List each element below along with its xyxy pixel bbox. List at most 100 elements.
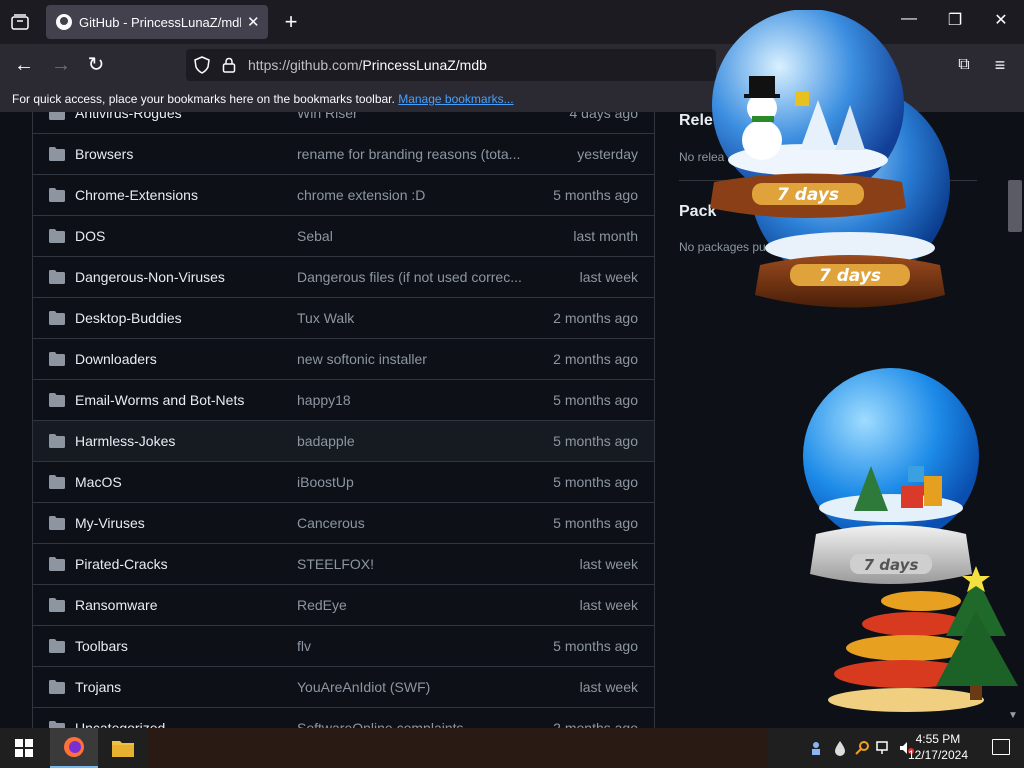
commit-age: 5 months ago (553, 474, 638, 490)
scrollbar-thumb[interactable] (1008, 180, 1022, 232)
file-name-link[interactable]: DOS (75, 228, 105, 244)
folder-icon (49, 229, 65, 243)
taskbar-file-explorer[interactable] (99, 728, 147, 768)
commit-message-link[interactable]: Win Riser (297, 112, 521, 121)
tab-close-icon[interactable]: ✕ (247, 13, 260, 31)
network-people-icon[interactable] (810, 740, 826, 756)
taskbar-firefox[interactable] (50, 728, 98, 768)
commit-message-link[interactable]: rename for branding reasons (tota... (297, 146, 521, 162)
folder-icon (49, 188, 65, 202)
file-name-link[interactable]: Browsers (75, 146, 133, 162)
url-bar[interactable]: https://github.com/PrincessLunaZ/mdb (186, 49, 716, 81)
commit-message-link[interactable]: YouAreAnIdiot (SWF) (297, 679, 521, 695)
firefox-icon (64, 737, 84, 757)
folder-icon (49, 639, 65, 653)
folder-icon (49, 721, 65, 728)
folder-icon (49, 434, 65, 448)
snow-globe-gifts: 7 days (803, 368, 1018, 712)
globe-label: 7 days (777, 185, 839, 205)
file-name-link[interactable]: Downloaders (75, 351, 157, 367)
folder-icon (49, 598, 65, 612)
commit-age: 5 months ago (553, 392, 638, 408)
file-row[interactable]: Desktop-Buddies Tux Walk 2 months ago (33, 297, 654, 338)
commit-message-link[interactable]: Sebal (297, 228, 521, 244)
menu-icon[interactable]: ≡ (987, 52, 1013, 78)
commit-message-link[interactable]: happy18 (297, 392, 521, 408)
search-key-icon[interactable] (854, 740, 870, 756)
back-button[interactable]: ← (11, 52, 37, 78)
file-row[interactable]: Uncategorized SoftwareOnline complaints 2 … (33, 707, 654, 728)
lock-icon[interactable] (222, 57, 236, 73)
file-row[interactable]: Toolbars flv 5 months ago (33, 625, 654, 666)
file-name-link[interactable]: Toolbars (75, 638, 128, 654)
file-row[interactable]: Chrome-Extensions chrome extension :D 5 mo… (33, 174, 654, 215)
manage-bookmarks-link[interactable]: Manage bookmarks... (398, 92, 513, 106)
forward-button[interactable]: → (48, 52, 74, 78)
file-name-link[interactable]: Chrome-Extensions (75, 187, 198, 203)
file-row[interactable]: Ransomware RedEye last week (33, 584, 654, 625)
commit-message-link[interactable]: STEELFOX! (297, 556, 521, 572)
commit-age: 5 months ago (553, 515, 638, 531)
commit-message-link[interactable]: Cancerous (297, 515, 521, 531)
url-text[interactable]: https://github.com/PrincessLunaZ/mdb (248, 57, 487, 73)
commit-age: 5 months ago (553, 433, 638, 449)
commit-message-link[interactable]: SoftwareOnline complaints (297, 720, 521, 728)
folder-icon (49, 270, 65, 284)
restore-button[interactable]: ❐ (944, 10, 966, 30)
drop-icon[interactable] (832, 740, 848, 756)
snow-globe-snowman: 7 days (710, 10, 906, 218)
firefox-view-icon[interactable] (8, 10, 32, 34)
commit-message-link[interactable]: new softonic installer (297, 351, 521, 367)
folder-icon (49, 475, 65, 489)
tracking-shield-icon[interactable] (194, 56, 210, 74)
file-row[interactable]: My-Viruses Cancerous 5 months ago (33, 502, 654, 543)
file-name-link[interactable]: My-Viruses (75, 515, 145, 531)
commit-age: 2 months ago (553, 351, 638, 367)
new-tab-button[interactable]: + (280, 10, 302, 34)
file-row[interactable]: MacOS iBoostUp 5 months ago (33, 461, 654, 502)
file-name-link[interactable]: Desktop-Buddies (75, 310, 182, 326)
tab-title: GitHub - PrincessLunaZ/mdb: C (79, 14, 241, 30)
file-name-link[interactable]: Pirated-Cracks (75, 556, 168, 572)
file-name-link[interactable]: Harmless-Jokes (75, 433, 175, 449)
bookmarks-hint: For quick access, place your bookmarks h… (12, 92, 395, 106)
github-icon (56, 14, 72, 30)
folder-icon (49, 352, 65, 366)
file-name-link[interactable]: Dangerous-Non-Viruses (75, 269, 225, 285)
tab-github[interactable]: GitHub - PrincessLunaZ/mdb: C ✕ (46, 5, 268, 39)
clock[interactable]: 4:55 PM 12/17/2024 (908, 731, 968, 763)
file-name-link[interactable]: MacOS (75, 474, 122, 490)
file-row[interactable]: DOS Sebal last month (33, 215, 654, 256)
file-row[interactable]: Downloaders new softonic installer 2 month… (33, 338, 654, 379)
commit-message-link[interactable]: Dangerous files (if not used correc... (297, 269, 521, 285)
file-row[interactable]: Dangerous-Non-Viruses Dangerous files (if… (33, 256, 654, 297)
network-icon[interactable] (876, 740, 892, 756)
close-window-button[interactable]: ✕ (990, 10, 1012, 30)
file-list: Antivirus-Rogues Win Riser 4 days ago Brows… (32, 112, 655, 728)
file-row[interactable]: Browsers rename for branding reasons (tot… (33, 133, 654, 174)
commit-message-link[interactable]: chrome extension :D (297, 187, 521, 203)
commit-age: 5 months ago (553, 187, 638, 203)
commit-age: 5 months ago (553, 638, 638, 654)
file-name-link[interactable]: Uncategorized (75, 720, 165, 728)
commit-message-link[interactable]: Tux Walk (297, 310, 521, 326)
file-row[interactable]: Harmless-Jokes badapple 5 months ago (33, 420, 654, 461)
file-name-link[interactable]: Trojans (75, 679, 121, 695)
commit-age: last month (573, 228, 638, 244)
taskbar-background-art (148, 728, 768, 768)
commit-message-link[interactable]: iBoostUp (297, 474, 521, 490)
file-name-link[interactable]: Ransomware (75, 597, 157, 613)
notification-icon[interactable] (992, 739, 1010, 755)
reload-button[interactable]: ↻ (83, 52, 109, 78)
start-button[interactable] (0, 728, 48, 768)
file-row[interactable]: Trojans YouAreAnIdiot (SWF) last week (33, 666, 654, 707)
file-name-link[interactable]: Antivirus-Rogues (75, 112, 182, 121)
commit-message-link[interactable]: RedEye (297, 597, 521, 613)
file-name-link[interactable]: Email-Worms and Bot-Nets (75, 392, 244, 408)
commit-message-link[interactable]: badapple (297, 433, 521, 449)
file-row[interactable]: Pirated-Cracks STEELFOX! last week (33, 543, 654, 584)
commit-message-link[interactable]: flv (297, 638, 521, 654)
file-row[interactable]: Antivirus-Rogues Win Riser 4 days ago (33, 112, 654, 133)
taskbar: 4:55 PM 12/17/2024 (0, 728, 1024, 768)
file-row[interactable]: Email-Worms and Bot-Nets happy18 5 months … (33, 379, 654, 420)
